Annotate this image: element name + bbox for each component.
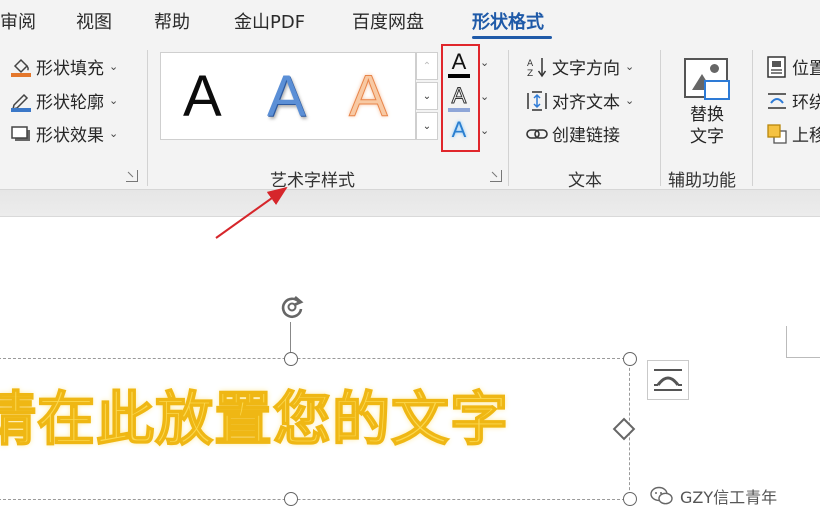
position-label: 位置 — [792, 59, 820, 79]
group-divider — [508, 50, 509, 186]
tab-kingsoft-pdf[interactable]: 金山PDF — [234, 8, 305, 34]
wrap-text-button[interactable]: 环绕 — [766, 88, 820, 113]
paint-bucket-icon — [10, 56, 32, 78]
resize-handle-bottom-right[interactable] — [623, 492, 637, 506]
chevron-down-icon: ⌄ — [480, 56, 490, 69]
text-direction-label: 文字方向 — [552, 59, 620, 79]
layout-options-icon — [654, 369, 682, 391]
watermark: GZY信工青年 — [650, 484, 777, 508]
group-divider — [147, 50, 148, 186]
wrap-text-icon — [766, 90, 788, 112]
wrap-text-label: 环绕 — [792, 93, 820, 113]
shape-effects-icon — [10, 123, 32, 145]
svg-text:A: A — [527, 59, 534, 69]
create-link-button[interactable]: 创建链接 — [526, 121, 620, 146]
wechat-icon — [650, 486, 674, 506]
resize-handle-bottom[interactable] — [284, 492, 298, 506]
chevron-down-icon: ⌄ — [109, 60, 119, 73]
rotate-handle-icon[interactable] — [278, 293, 306, 321]
position-icon — [766, 55, 788, 78]
watermark-text: GZY信工青年 — [680, 488, 778, 507]
tab-shape-format[interactable]: 形状格式 — [472, 8, 544, 34]
bring-forward-button[interactable]: 上移 — [766, 121, 820, 146]
chevron-down-icon: ⌄ — [625, 94, 635, 107]
chevron-down-icon: ⌄ — [109, 127, 119, 140]
chevron-down-icon: ⌄ — [480, 90, 490, 103]
svg-text:Z: Z — [527, 69, 533, 78]
shape-outline-label: 形状轮廓 — [36, 93, 104, 113]
resize-handle-top-right[interactable] — [623, 352, 637, 366]
shape-fill-label: 形状填充 — [36, 59, 104, 79]
tab-baidu-netdisk[interactable]: 百度网盘 — [352, 8, 424, 34]
highlight-box — [441, 44, 480, 152]
gallery-scroll-buttons: ⌃ ⌄ ⌄ — [416, 52, 438, 140]
shape-outline-button[interactable]: 形状轮廓 ⌄ — [10, 88, 118, 113]
ribbon-tab-bar: 审阅 视图 帮助 金山PDF 百度网盘 形状格式 — [0, 0, 820, 42]
position-button[interactable]: 位置 — [766, 54, 820, 79]
alt-text-label-line1: 替换 — [690, 105, 724, 125]
link-icon — [526, 123, 548, 145]
pen-icon — [10, 90, 32, 112]
gallery-scroll-up-button[interactable]: ⌃ — [416, 52, 438, 80]
tab-view[interactable]: 视图 — [76, 8, 112, 34]
wordart-styles-dialog-launcher[interactable] — [490, 170, 502, 182]
align-text-icon — [526, 90, 548, 112]
gallery-expand-button[interactable]: ⌄ — [416, 112, 438, 140]
group-divider — [660, 50, 661, 186]
align-text-button[interactable]: 对齐文本 ⌄ — [526, 88, 634, 113]
gallery-scroll-down-button[interactable]: ⌄ — [416, 82, 438, 110]
bring-forward-icon — [766, 123, 788, 145]
wordart-styles-group-label: 艺术字样式 — [270, 171, 355, 191]
wordart-text[interactable]: 请在此放置您的文字 — [0, 384, 509, 454]
shape-fill-button[interactable]: 形状填充 ⌄ — [10, 54, 118, 79]
page-margin-mark — [786, 326, 820, 358]
active-tab-indicator — [472, 36, 552, 39]
alt-text-label: 替换 文字 — [686, 104, 728, 148]
chevron-down-icon: ⌄ — [109, 94, 119, 107]
alt-text-label-line2: 文字 — [690, 127, 724, 147]
ribbon-bottom-edge — [0, 189, 820, 217]
group-divider — [752, 50, 753, 186]
wordart-style-blue-shadow[interactable]: A — [267, 67, 306, 127]
accessibility-group-label: 辅助功能 — [668, 171, 736, 191]
bring-forward-label: 上移 — [792, 126, 820, 146]
wordart-style-black[interactable]: A — [183, 67, 222, 127]
create-link-label: 创建链接 — [552, 126, 620, 146]
text-direction-button[interactable]: A Z 文字方向 ⌄ — [526, 54, 634, 79]
wordart-style-orange-glow[interactable]: A — [349, 66, 389, 127]
wordart-gallery: A A A — [160, 52, 416, 140]
text-direction-icon: A Z — [526, 56, 548, 79]
shape-styles-dialog-launcher[interactable] — [126, 170, 138, 182]
tab-help[interactable]: 帮助 — [154, 8, 190, 34]
chevron-down-icon: ⌄ — [480, 124, 490, 137]
alt-text-icon — [704, 80, 730, 100]
tab-review[interactable]: 审阅 — [0, 8, 36, 34]
layout-options-button[interactable] — [647, 360, 689, 400]
resize-handle-top[interactable] — [284, 352, 298, 366]
text-group-label: 文本 — [568, 171, 602, 191]
shape-effects-button[interactable]: 形状效果 ⌄ — [10, 121, 118, 146]
chevron-down-icon: ⌄ — [625, 60, 635, 73]
shape-effects-label: 形状效果 — [36, 126, 104, 146]
align-text-label: 对齐文本 — [552, 93, 620, 113]
